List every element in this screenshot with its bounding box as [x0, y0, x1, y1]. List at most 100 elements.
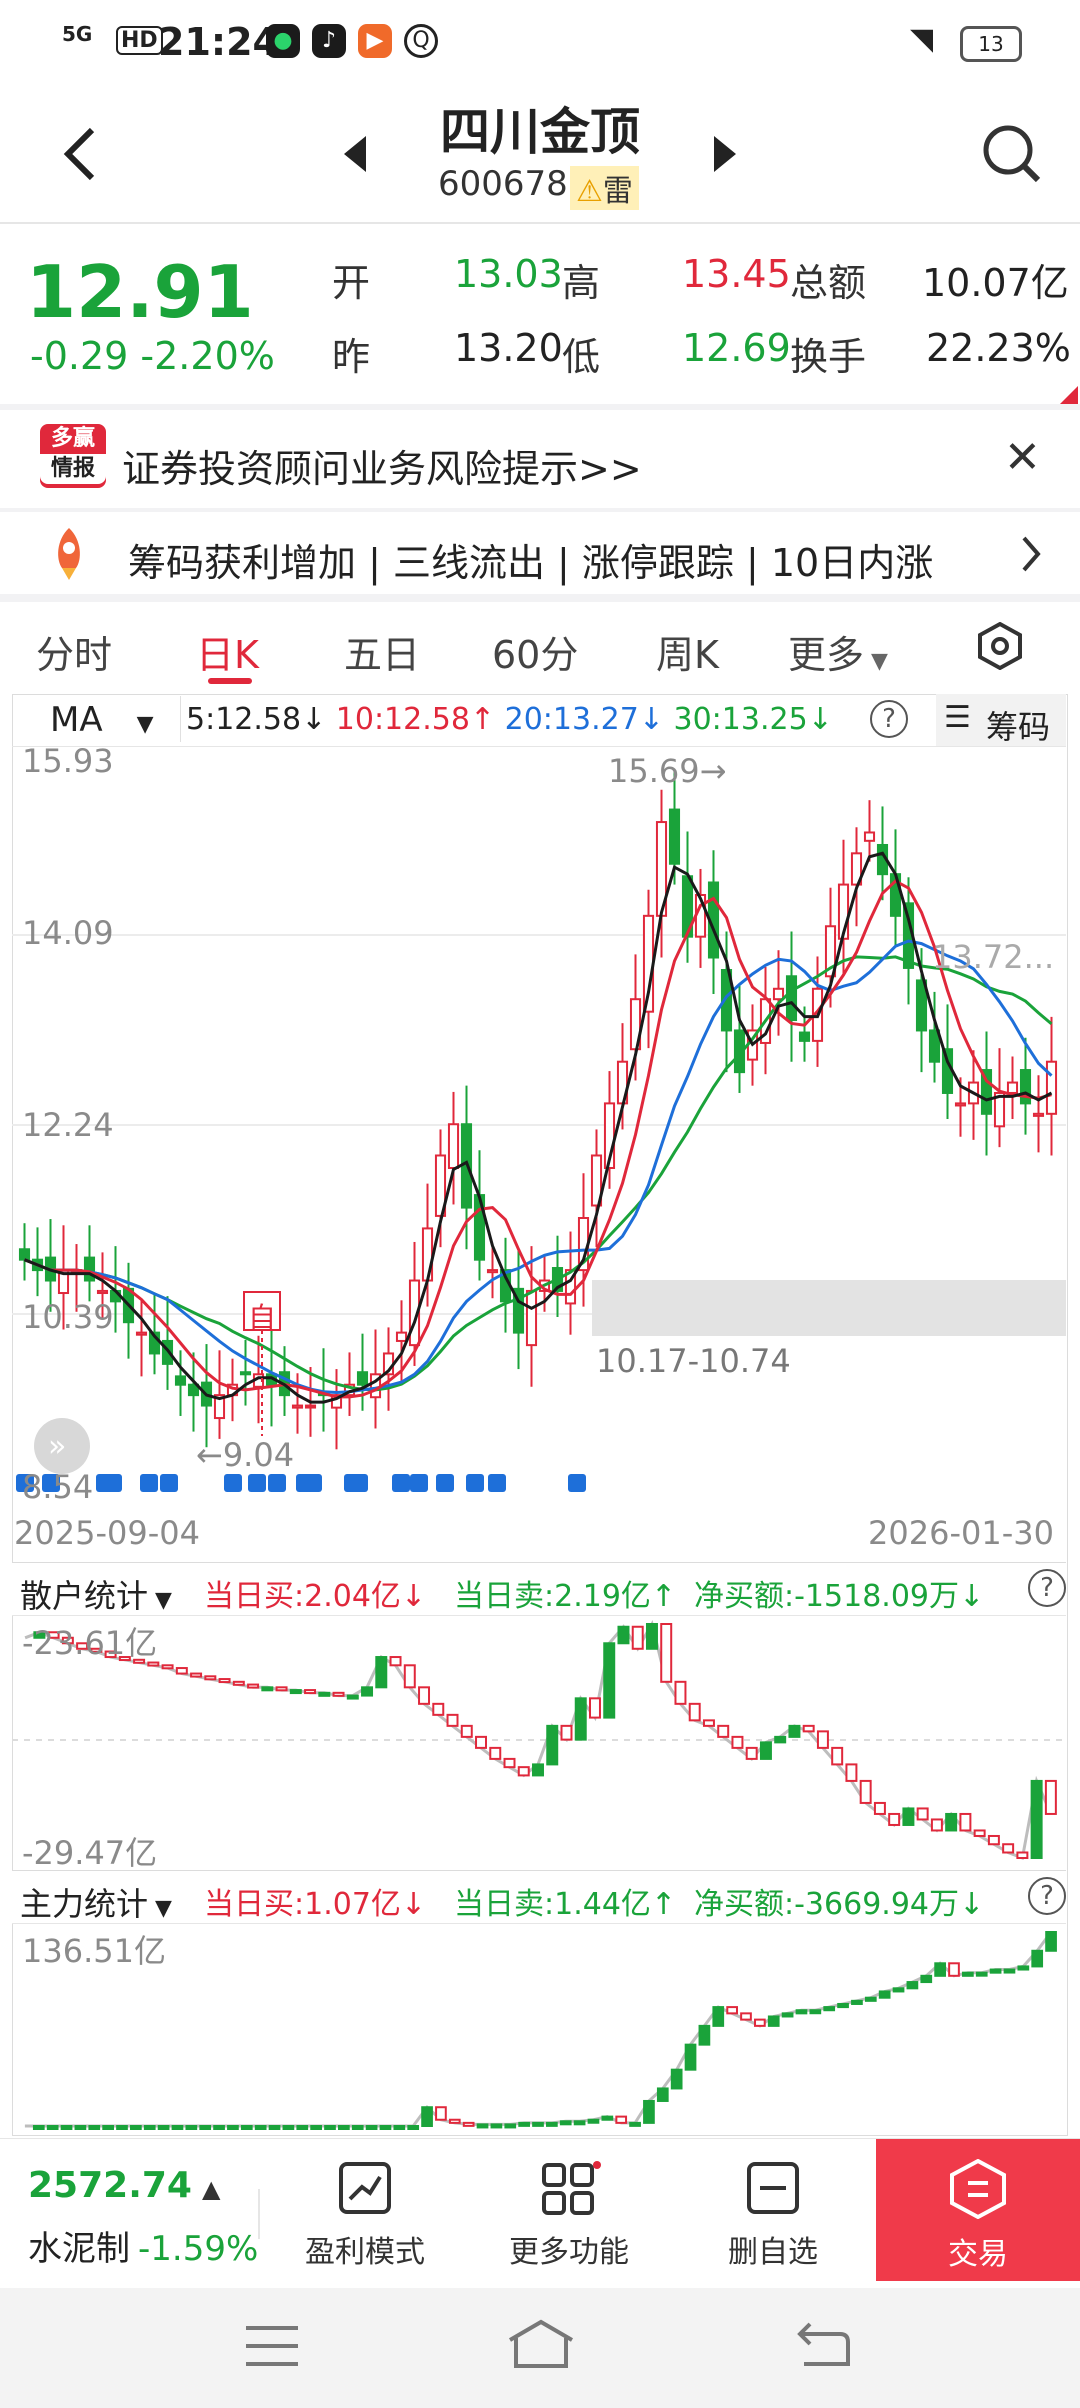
flow-bar	[795, 2009, 808, 2015]
flow-bar	[698, 2024, 711, 2046]
announcement-flag[interactable]	[160, 1474, 178, 1492]
help-icon[interactable]: ?	[870, 700, 908, 738]
tab-intraday[interactable]: 分时	[36, 624, 112, 679]
y-label-4: 10.39	[22, 1298, 114, 1336]
more-functions-button[interactable]: 更多功能	[494, 2139, 644, 2287]
dropdown-icon: ▼	[148, 1588, 172, 1613]
active-tab-indicator	[208, 678, 252, 684]
system-nav-bar	[0, 2288, 1080, 2408]
flow-bar	[987, 1834, 1000, 1846]
risk-notice-banner[interactable]: 多赢 情报 证券投资顾问业务风险提示>> ✕	[0, 410, 1080, 510]
flow-bar	[767, 2015, 780, 2027]
flow-bar	[629, 2121, 641, 2127]
search-notification-icon: Q	[404, 24, 438, 58]
menu-icon[interactable]	[244, 2324, 300, 2368]
flow-bar	[88, 2125, 101, 2130]
announcement-flag[interactable]	[140, 1474, 158, 1492]
tab-daily-k[interactable]: 日K	[196, 624, 259, 679]
sector-index-info[interactable]: 水泥制 -1.59%	[28, 2221, 258, 2270]
candle-body	[798, 1031, 811, 1042]
flow-bar	[916, 1807, 929, 1821]
logo-bottom-text: 情报	[40, 454, 106, 484]
flow-bar	[1030, 1779, 1043, 1859]
trade-button[interactable]: 交易	[876, 2139, 1080, 2281]
flow-bar	[809, 2009, 822, 2015]
flow-bar	[1045, 1931, 1057, 1952]
candle-body	[447, 1123, 460, 1169]
tab-weekly-k[interactable]: 周K	[656, 624, 719, 679]
tab-more[interactable]: 更多 ▼	[788, 624, 888, 679]
announcement-flag[interactable]	[488, 1474, 506, 1492]
stock-name: 四川金顶	[440, 103, 640, 161]
flow-bar	[240, 2125, 253, 2130]
index-change: -1.59%	[138, 2229, 259, 2269]
flow-bar	[674, 1680, 687, 1705]
home-icon[interactable]	[506, 2318, 576, 2370]
announcement-flag[interactable]	[466, 1474, 484, 1492]
prev-close-label: 昨	[332, 335, 371, 379]
flow-bar	[213, 2125, 225, 2130]
self-select-marker[interactable]: 自	[248, 1296, 276, 1336]
flow-bar	[490, 2123, 503, 2129]
announcement-flag[interactable]	[268, 1474, 286, 1492]
flow-bar	[546, 2121, 558, 2127]
close-icon[interactable]: ✕	[1004, 432, 1041, 483]
candle-body	[1006, 1081, 1019, 1094]
flow-bar	[435, 2106, 447, 2121]
flow-bar	[631, 1625, 644, 1650]
sector-index-value[interactable]: 2572.74 ▲	[28, 2165, 220, 2206]
main-force-stats-bar: 主力统计 ▼ 当日买:1.07亿↓ 当日卖:1.44亿↑ 净买额:-3669.9…	[12, 1870, 1066, 1924]
next-stock-icon[interactable]	[712, 134, 738, 174]
candles-group	[18, 771, 1058, 1450]
announcement-flag[interactable]	[350, 1474, 368, 1492]
retail-select[interactable]: 散户统计 ▼	[20, 1571, 172, 1615]
flow-bar	[310, 2125, 322, 2130]
tab-60min[interactable]: 60分	[492, 624, 578, 679]
flow-bar	[346, 1694, 359, 1700]
flow-bar	[504, 2123, 517, 2129]
flow-bar	[759, 1741, 772, 1760]
chevron-right-icon[interactable]	[1020, 536, 1042, 572]
tab-more-label: 更多	[788, 633, 865, 677]
indicator-select[interactable]: MA ▼	[50, 700, 154, 740]
flow-bar	[190, 1672, 203, 1678]
candle-body	[395, 1331, 408, 1342]
announcement-flag[interactable]	[392, 1474, 410, 1492]
signal-ticker[interactable]: 筹码获利增加 | 三线流出 | 涨停跟踪 | 10日内涨	[0, 512, 1080, 594]
announcement-flag[interactable]	[568, 1474, 586, 1492]
candle-body	[1032, 1112, 1045, 1117]
flow-bar	[559, 2120, 572, 2126]
announcement-flag[interactable]	[224, 1474, 242, 1492]
open-value: 13.03	[454, 252, 563, 296]
search-icon[interactable]	[982, 124, 1042, 184]
profit-mode-button[interactable]: 盈利模式	[290, 2139, 440, 2287]
candlestick-chart[interactable]: »	[12, 746, 1066, 1516]
announcement-flag[interactable]	[436, 1474, 454, 1492]
risk-badge[interactable]: ⚠雷	[570, 166, 639, 210]
help-icon[interactable]: ?	[1028, 1569, 1066, 1607]
trade-label: 交易	[948, 2237, 1008, 2272]
announcement-flag[interactable]	[104, 1474, 122, 1492]
settings-hex-icon[interactable]	[978, 622, 1022, 670]
flow-bar	[873, 1801, 886, 1815]
candle-body	[486, 1269, 499, 1274]
tab-five-day[interactable]: 五日	[344, 624, 420, 679]
flow-bar	[546, 1724, 559, 1766]
flow-bar	[379, 2125, 392, 2130]
help-icon[interactable]: ?	[1028, 1877, 1066, 1915]
max-price-label: 15.69→	[608, 752, 727, 790]
dropdown-icon: ▼	[864, 649, 888, 674]
announcement-flag[interactable]	[248, 1474, 266, 1492]
announcement-flag[interactable]	[304, 1474, 322, 1492]
flow-bar	[962, 1971, 974, 1977]
flow-bar	[351, 2125, 364, 2130]
main-force-net: 净买额:-3669.94万↓	[694, 1887, 985, 1922]
remove-watchlist-button[interactable]: 删自选	[698, 2139, 848, 2287]
flow-bar	[254, 2125, 267, 2130]
back-icon[interactable]	[796, 2320, 852, 2368]
chips-button[interactable]: ☰ 筹码	[936, 694, 1066, 746]
low-label: 低	[562, 335, 601, 379]
announcement-flag[interactable]	[410, 1474, 428, 1492]
main-force-select[interactable]: 主力统计 ▼	[20, 1879, 172, 1923]
flow-bar	[906, 1981, 919, 1990]
